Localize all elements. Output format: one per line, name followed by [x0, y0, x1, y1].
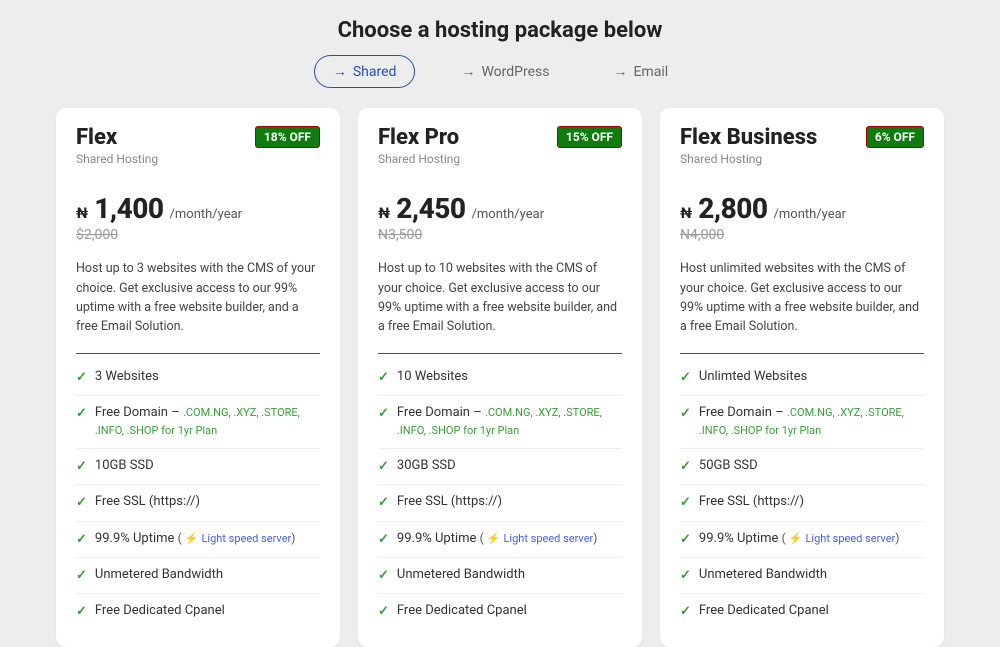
feature-ssd: ✓30GB SSD: [378, 449, 622, 485]
feature-ssl: ✓Free SSL (https://): [680, 485, 924, 521]
currency-symbol: ₦: [378, 204, 390, 222]
price-period: /month/year: [774, 207, 847, 222]
currency-symbol: ₦: [76, 204, 88, 222]
feature-domain: ✓Free Domain – .COM.NG, .XYZ, .STORE, .I…: [378, 396, 622, 449]
price-value: 1,400: [94, 192, 163, 225]
discount-badge: 18% OFF: [255, 126, 320, 148]
feature-uptime: ✓99.9% Uptime (⚡Light speed server): [378, 522, 622, 558]
tabs: → Shared → WordPress → Email: [0, 55, 1000, 88]
check-icon: ✓: [378, 405, 389, 423]
check-icon: ✓: [76, 603, 87, 621]
plan-subtitle: Shared Hosting: [76, 152, 158, 166]
tab-label: Email: [633, 64, 668, 80]
tab-email[interactable]: → Email: [595, 55, 686, 88]
check-icon: ✓: [378, 458, 389, 476]
currency-symbol: ₦: [680, 204, 692, 222]
feature-uptime: ✓99.9% Uptime (⚡Light speed server): [680, 522, 924, 558]
old-price: $2,000: [76, 227, 320, 243]
feature-ssl: ✓Free SSL (https://): [378, 485, 622, 521]
price-row: ₦ 1,400 /month/year: [76, 192, 320, 225]
check-icon: ✓: [680, 494, 691, 512]
plan-description: Host unlimited websites with the CMS of …: [680, 259, 924, 337]
check-icon: ✓: [680, 405, 691, 423]
domain-extensions: .COM.NG, .XYZ, .STORE, .INFO, .SHOP for …: [95, 406, 300, 437]
divider: [680, 353, 924, 354]
check-icon: ✓: [378, 531, 389, 549]
feature-cpanel: ✓Free Dedicated Cpanel: [680, 594, 924, 629]
feature-bandwidth: ✓Unmetered Bandwidth: [680, 558, 924, 594]
lightning-icon: ⚡: [185, 532, 199, 545]
plan-name: Flex: [76, 126, 158, 150]
price-value: 2,800: [698, 192, 767, 225]
plan-name: Flex Pro: [378, 126, 460, 150]
price-value: 2,450: [396, 192, 465, 225]
arrow-right-icon: →: [613, 63, 627, 80]
check-icon: ✓: [378, 369, 389, 387]
lightning-icon: ⚡: [789, 532, 803, 545]
tab-label: WordPress: [481, 64, 549, 80]
plan-subtitle: Shared Hosting: [680, 152, 817, 166]
check-icon: ✓: [378, 603, 389, 621]
divider: [378, 353, 622, 354]
pricing-card: Flex Pro Shared Hosting 15% OFF ₦ 2,450 /…: [358, 108, 642, 647]
arrow-right-icon: →: [461, 63, 475, 80]
check-icon: ✓: [680, 369, 691, 387]
tab-shared[interactable]: → Shared: [314, 55, 416, 88]
arrow-right-icon: →: [333, 63, 347, 80]
check-icon: ✓: [76, 567, 87, 585]
feature-cpanel: ✓Free Dedicated Cpanel: [378, 594, 622, 629]
plan-description: Host up to 3 websites with the CMS of yo…: [76, 259, 320, 337]
check-icon: ✓: [680, 531, 691, 549]
old-price: N4,000: [680, 227, 924, 243]
old-price: N3,500: [378, 227, 622, 243]
plan-description: Host up to 10 websites with the CMS of y…: [378, 259, 622, 337]
tab-label: Shared: [353, 64, 397, 80]
check-icon: ✓: [680, 603, 691, 621]
feature-bandwidth: ✓Unmetered Bandwidth: [378, 558, 622, 594]
discount-badge: 15% OFF: [557, 126, 622, 148]
feature-websites: ✓Unlimted Websites: [680, 360, 924, 396]
feature-websites: ✓3 Websites: [76, 360, 320, 396]
check-icon: ✓: [680, 567, 691, 585]
price-row: ₦ 2,450 /month/year: [378, 192, 622, 225]
pricing-card: Flex Shared Hosting 18% OFF ₦ 1,400 /mont…: [56, 108, 340, 647]
price-row: ₦ 2,800 /month/year: [680, 192, 924, 225]
price-period: /month/year: [472, 207, 545, 222]
tab-wordpress[interactable]: → WordPress: [443, 55, 567, 88]
price-period: /month/year: [170, 207, 243, 222]
check-icon: ✓: [76, 494, 87, 512]
feature-ssl: ✓Free SSL (https://): [76, 485, 320, 521]
domain-extensions: .COM.NG, .XYZ, .STORE, .INFO, .SHOP for …: [397, 406, 602, 437]
page-title: Choose a hosting package below: [0, 0, 1000, 55]
divider: [76, 353, 320, 354]
check-icon: ✓: [76, 531, 87, 549]
check-icon: ✓: [378, 494, 389, 512]
feature-ssd: ✓50GB SSD: [680, 449, 924, 485]
check-icon: ✓: [76, 458, 87, 476]
feature-domain: ✓Free Domain – .COM.NG, .XYZ, .STORE, .I…: [680, 396, 924, 449]
check-icon: ✓: [378, 567, 389, 585]
lightning-icon: ⚡: [487, 532, 501, 545]
feature-domain: ✓Free Domain – .COM.NG, .XYZ, .STORE, .I…: [76, 396, 320, 449]
check-icon: ✓: [76, 369, 87, 387]
plan-subtitle: Shared Hosting: [378, 152, 460, 166]
domain-extensions: .COM.NG, .XYZ, .STORE, .INFO, .SHOP for …: [699, 406, 904, 437]
feature-cpanel: ✓Free Dedicated Cpanel: [76, 594, 320, 629]
plan-name: Flex Business: [680, 126, 817, 150]
check-icon: ✓: [76, 405, 87, 423]
discount-badge: 6% OFF: [866, 126, 924, 148]
feature-bandwidth: ✓Unmetered Bandwidth: [76, 558, 320, 594]
pricing-card: Flex Business Shared Hosting 6% OFF ₦ 2,8…: [660, 108, 944, 647]
feature-uptime: ✓99.9% Uptime (⚡Light speed server): [76, 522, 320, 558]
feature-websites: ✓10 Websites: [378, 360, 622, 396]
check-icon: ✓: [680, 458, 691, 476]
feature-ssd: ✓10GB SSD: [76, 449, 320, 485]
pricing-cards: Flex Shared Hosting 18% OFF ₦ 1,400 /mont…: [0, 108, 1000, 647]
